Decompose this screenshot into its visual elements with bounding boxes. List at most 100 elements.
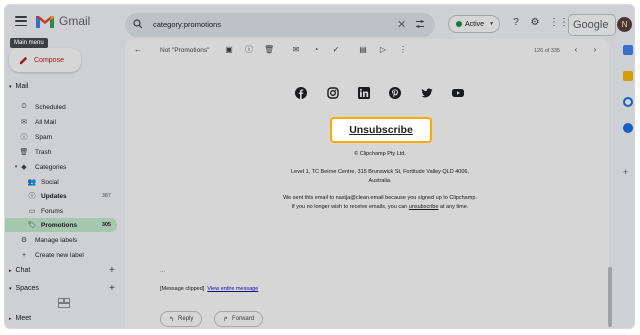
search-icon[interactable]	[133, 19, 143, 29]
forward-icon: ↱	[223, 316, 229, 323]
sidebar-item-trash[interactable]: 🗑 Trash	[5, 145, 117, 159]
sidebar-item-label: Social	[41, 178, 59, 186]
compose-label: Compose	[34, 56, 64, 64]
add-addon-plus-icon[interactable]: +	[623, 167, 628, 177]
sidebar-item-create-label[interactable]: + Create new label	[5, 248, 117, 262]
pinterest-icon[interactable]	[389, 87, 401, 99]
clipped-notice: [Message clipped] View entire message	[160, 286, 258, 292]
meet-section-label: Meet	[15, 315, 32, 322]
report-spam-icon[interactable]: ⓘ	[244, 45, 254, 55]
plus-icon: +	[21, 251, 27, 259]
keep-icon[interactable]	[623, 71, 633, 81]
sidebar-item-spam[interactable]: ⓘ Spam	[5, 130, 117, 144]
chat-section-label: Chat	[15, 267, 31, 274]
contacts-icon[interactable]	[623, 123, 633, 133]
sidebar-item-label: Scheduled	[35, 103, 66, 111]
twitter-icon[interactable]	[421, 87, 433, 99]
more-vert-icon[interactable]: ⋮	[398, 45, 408, 55]
delete-icon[interactable]: 🗑	[264, 45, 274, 55]
sidebar-item-label: Categories	[35, 163, 67, 171]
clear-search-icon[interactable]: ✕	[397, 18, 406, 31]
clipped-text: [Message clipped]	[160, 286, 205, 292]
help-icon[interactable]: ?	[510, 17, 522, 29]
sidebar-item-label: Promotions	[41, 221, 78, 229]
mail-section-header[interactable]: ▾ Mail	[9, 83, 28, 90]
new-chat-plus-icon[interactable]: +	[109, 265, 115, 276]
status-dropdown[interactable]: Active ▼	[448, 15, 500, 33]
label-icon: ◆	[21, 164, 27, 171]
chevron-left-icon[interactable]: ‹	[571, 45, 581, 55]
caret-right-icon: ▸	[9, 267, 12, 274]
avatar[interactable]: N	[617, 17, 632, 32]
unsubscribe-link[interactable]: Unsubscribe	[349, 124, 413, 136]
gmail-m-icon	[36, 16, 54, 28]
new-space-plus-icon[interactable]: +	[109, 283, 115, 294]
chat-section-header[interactable]: ▸ Chat +	[9, 265, 115, 276]
snooze-icon[interactable]: ◔	[311, 45, 321, 55]
caret-down-icon: ▾	[9, 83, 12, 90]
linkedin-icon[interactable]	[358, 87, 370, 99]
facebook-icon[interactable]	[295, 87, 307, 99]
mark-unread-icon[interactable]: ✉	[291, 45, 301, 55]
search-options-icon[interactable]	[415, 19, 425, 29]
address-line-2: Australia.	[368, 178, 392, 184]
pagination-count: 126 of 335	[534, 48, 560, 54]
search-bar[interactable]: category:promotions ✕	[125, 13, 435, 37]
archive-icon[interactable]: ▣	[224, 45, 234, 55]
gear-icon[interactable]: ⚙	[529, 17, 541, 29]
mail-section-label: Mail	[15, 83, 29, 90]
optout-unsubscribe-link[interactable]: unsubscribe	[409, 204, 439, 210]
sidebar-item-forums[interactable]: ▭ Forums	[5, 204, 117, 218]
meet-section-header[interactable]: ▸ Meet	[9, 315, 31, 322]
forward-button[interactable]: ↱ Forward	[214, 311, 264, 327]
label-icon[interactable]: ▷	[378, 45, 388, 55]
gmail-logo[interactable]: Gmail	[35, 13, 90, 29]
sidebar-item-label: Forums	[41, 207, 64, 215]
caret-right-icon: ▸	[9, 315, 12, 322]
sidebar-item-social[interactable]: 👥 Social	[5, 175, 117, 189]
sidebar-item-label: Trash	[35, 148, 52, 156]
reply-button[interactable]: ↰ Reply	[160, 311, 203, 327]
status-dot-icon	[456, 21, 462, 27]
search-input[interactable]: category:promotions	[153, 20, 221, 29]
back-arrow-icon[interactable]: ←	[133, 45, 143, 55]
scrollbar[interactable]	[608, 267, 612, 327]
google-account-button[interactable]: Google	[568, 14, 616, 36]
sidebar-item-updates[interactable]: ⓘ Updates 387	[5, 189, 117, 203]
unread-count: 305	[101, 222, 111, 228]
sidebar-item-promotions[interactable]: 🏷 Promotions 305	[5, 218, 117, 232]
top-bar: Gmail category:promotions ✕ Active ▼ ? ⚙…	[5, 5, 634, 39]
add-task-icon[interactable]: ✓	[331, 45, 341, 55]
sidebar-item-label: Manage labels	[35, 236, 78, 244]
chevron-down-icon: ▼	[489, 21, 495, 27]
main-menu-icon[interactable]	[13, 14, 29, 28]
social-icon: 👥	[27, 179, 37, 186]
spaces-section-header[interactable]: ▾ Spaces +	[9, 283, 115, 294]
trimmed-content-toggle[interactable]: ...	[160, 268, 165, 274]
sidebar-item-scheduled[interactable]: ⏲ Scheduled	[5, 100, 117, 114]
calendar-icon[interactable]	[623, 45, 633, 55]
promotions-icon: 🏷	[27, 222, 37, 229]
sidebar-item-manage-labels[interactable]: ⚙ Manage labels	[5, 233, 117, 247]
sidebar-item-label: Spam	[35, 133, 52, 141]
sidebar-item-categories[interactable]: ▾ ◆ Categories	[5, 160, 117, 174]
youtube-icon[interactable]	[452, 87, 464, 99]
status-label: Active	[465, 20, 485, 28]
not-promotions-button[interactable]: Not "Promotions"	[160, 47, 209, 54]
chevron-right-icon[interactable]: ›	[590, 45, 600, 55]
spaces-placeholder-icon	[58, 298, 70, 308]
main-menu-tooltip: Main menu	[10, 38, 48, 48]
tasks-icon[interactable]	[623, 97, 633, 107]
move-to-icon[interactable]: ▤	[358, 45, 368, 55]
message-pane: ← Not "Promotions" ▣ ⓘ 🗑 ✉ ◔ ✓ ▤ ▷ ⋮ 126…	[125, 39, 609, 328]
compose-button[interactable]: Compose	[9, 48, 81, 72]
apps-grid-icon[interactable]: ⋮⋮	[549, 17, 569, 29]
gear-icon: ⚙	[20, 237, 28, 244]
instagram-icon[interactable]	[327, 87, 339, 99]
reply-label: Reply	[178, 316, 194, 322]
message-toolbar: ← Not "Promotions" ▣ ⓘ 🗑 ✉ ◔ ✓ ▤ ▷ ⋮ 126…	[125, 39, 609, 63]
unsubscribe-highlight[interactable]: Unsubscribe	[330, 117, 432, 143]
view-entire-message-link[interactable]: View entire message	[207, 286, 258, 292]
scheduled-icon: ⏲	[21, 103, 27, 110]
sidebar-item-all-mail[interactable]: ✉ All Mail	[5, 115, 117, 129]
